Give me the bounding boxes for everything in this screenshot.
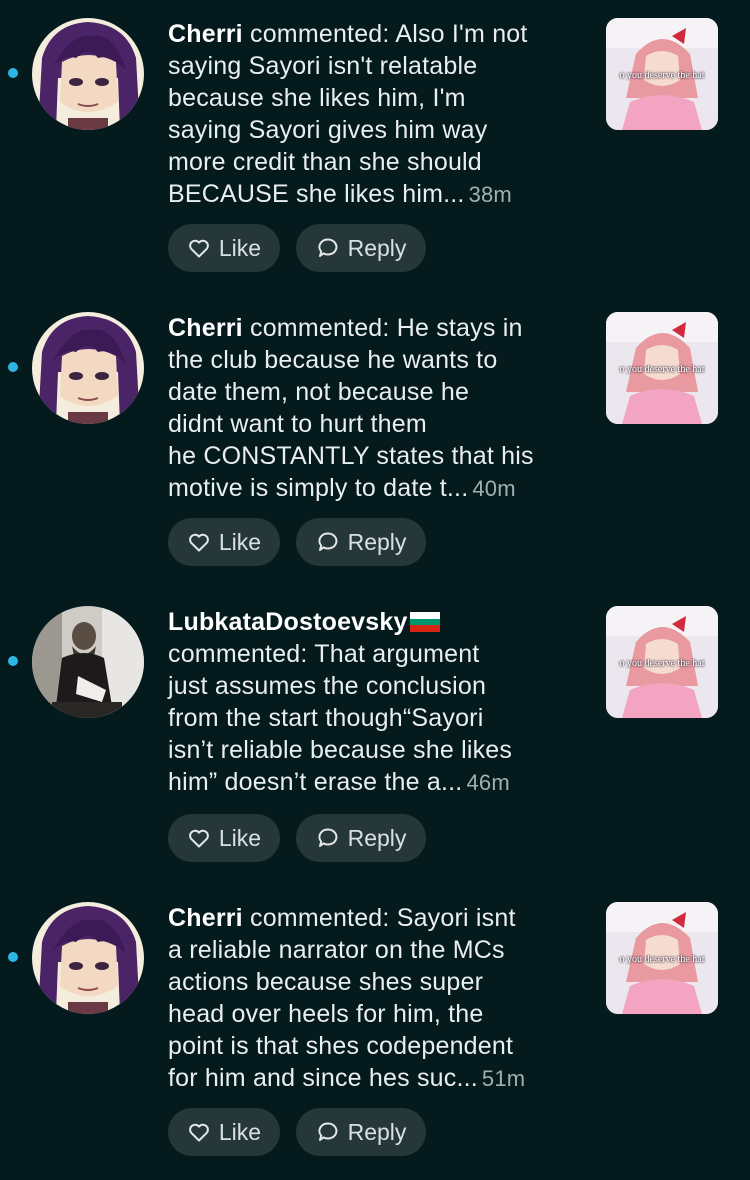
reply-button[interactable]: Reply: [296, 224, 426, 272]
timestamp: 46m: [466, 770, 510, 795]
heart-icon: [187, 826, 211, 850]
bulgaria-flag-icon: [409, 612, 440, 632]
text-line: more credit than she should: [168, 148, 482, 176]
text-line: him” doesn’t erase the a...: [168, 768, 463, 796]
speech-bubble-icon: [316, 236, 340, 260]
avatar[interactable]: [32, 312, 144, 424]
text-line: a reliable narrator on the MCs: [168, 936, 505, 964]
unread-dot: [8, 362, 18, 372]
speech-bubble-icon: [316, 530, 340, 554]
avatar[interactable]: [32, 18, 144, 130]
speech-bubble-icon: [316, 1120, 340, 1144]
comment-text: LubkataDostoevsky commented: That argume…: [168, 606, 588, 799]
author-name[interactable]: Cherri: [168, 314, 243, 342]
comment-notification[interactable]: LubkataDostoevsky commented: That argume…: [0, 588, 750, 878]
heart-icon: [187, 236, 211, 260]
text-line: date them, not because he: [168, 378, 470, 406]
reply-button[interactable]: Reply: [296, 1108, 426, 1156]
text-line: motive is simply to date t...: [168, 474, 469, 502]
comment-action: commented:: [242, 904, 397, 932]
text-line: for him and since hes suc...: [168, 1064, 478, 1092]
text-line: isn’t reliable because she likes: [168, 736, 513, 764]
reply-button[interactable]: Reply: [296, 814, 426, 862]
unread-dot: [8, 952, 18, 962]
avatar[interactable]: [32, 902, 144, 1014]
comment-text: Cherri commented: Sayori isnt a reliable…: [168, 902, 588, 1095]
text-line: point is that shes codependent: [168, 1032, 514, 1060]
post-thumbnail[interactable]: o you deserve the hat: [606, 18, 718, 130]
like-button[interactable]: Like: [168, 224, 280, 272]
text-line: because she likes him, I'm: [168, 84, 466, 112]
author-name[interactable]: Cherri: [168, 904, 243, 932]
reply-label: Reply: [347, 824, 407, 851]
comment-notification[interactable]: Cherri commented: Sayori isnt a reliable…: [0, 884, 750, 1174]
post-thumbnail[interactable]: o you deserve the hat: [606, 606, 718, 718]
reply-button[interactable]: Reply: [296, 518, 426, 566]
text-line: head over heels for him, the: [168, 1000, 484, 1028]
text-line: didnt want to hurt them: [168, 410, 427, 438]
text-line: He stays in: [396, 314, 523, 342]
unread-dot: [8, 68, 18, 78]
text-line: Also I'm not: [395, 20, 528, 48]
post-thumbnail[interactable]: o you deserve the hat: [606, 902, 718, 1014]
like-label: Like: [218, 824, 262, 851]
comment-action: commented:: [242, 20, 396, 48]
comment-action: commented:: [168, 640, 315, 668]
avatar[interactable]: [32, 606, 144, 718]
author-name[interactable]: LubkataDostoevsky: [168, 608, 408, 636]
text-line: saying Sayori isn't relatable: [168, 52, 478, 80]
text-line: saying Sayori gives him way: [168, 116, 488, 144]
text-line: That argument: [314, 640, 480, 668]
comment-text: Cherri commented: Also I'm not saying Sa…: [168, 18, 588, 211]
comment-text: Cherri commented: He stays in the club b…: [168, 312, 588, 505]
thumbnail-caption: o you deserve the hat: [619, 658, 705, 669]
like-button[interactable]: Like: [168, 518, 280, 566]
reply-label: Reply: [347, 1118, 407, 1145]
like-button[interactable]: Like: [168, 1108, 280, 1156]
heart-icon: [187, 1120, 211, 1144]
text-line: he CONSTANTLY states that his: [168, 442, 534, 470]
like-label: Like: [218, 1118, 262, 1145]
author-name[interactable]: Cherri: [168, 20, 243, 48]
timestamp: 40m: [472, 476, 516, 501]
post-thumbnail[interactable]: o you deserve the hat: [606, 312, 718, 424]
timestamp: 38m: [468, 182, 512, 207]
text-line: from the start though“Sayori: [168, 704, 484, 732]
speech-bubble-icon: [316, 826, 340, 850]
reply-label: Reply: [347, 234, 407, 261]
text-line: just assumes the conclusion: [168, 672, 487, 700]
like-label: Like: [218, 528, 262, 555]
heart-icon: [187, 530, 211, 554]
thumbnail-caption: o you deserve the hat: [619, 954, 705, 965]
text-line: Sayori isnt: [396, 904, 516, 932]
comment-notification[interactable]: Cherri commented: Also I'm not saying Sa…: [0, 0, 750, 290]
thumbnail-caption: o you deserve the hat: [619, 70, 705, 81]
like-button[interactable]: Like: [168, 814, 280, 862]
text-line: BECAUSE she likes him...: [168, 180, 465, 208]
text-line: the club because he wants to: [168, 346, 498, 374]
comment-action: commented:: [242, 314, 397, 342]
unread-dot: [8, 656, 18, 666]
thumbnail-caption: o you deserve the hat: [619, 364, 705, 375]
reply-label: Reply: [347, 528, 407, 555]
notification-feed: Cherri commented: Also I'm not saying Sa…: [0, 0, 750, 1180]
text-line: actions because shes super: [168, 968, 484, 996]
comment-notification[interactable]: Cherri commented: He stays in the club b…: [0, 294, 750, 584]
timestamp: 51m: [481, 1066, 526, 1091]
like-label: Like: [218, 234, 262, 261]
